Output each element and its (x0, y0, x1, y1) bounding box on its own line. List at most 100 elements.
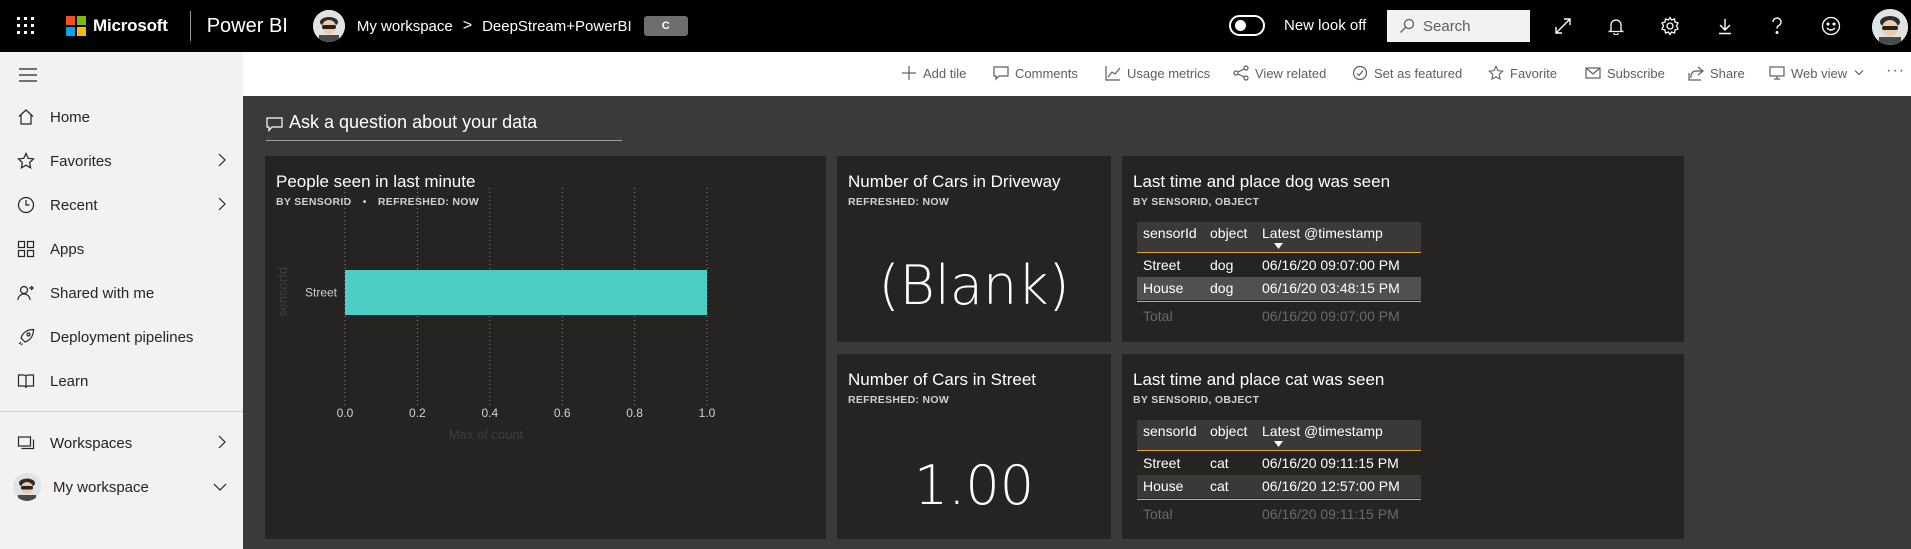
sidebar-item-learn[interactable]: Learn (0, 361, 243, 401)
cell-sensor: House (1143, 280, 1184, 296)
subscribe-button[interactable]: Subscribe (1585, 65, 1665, 81)
sidebar-item-label: Workspaces (50, 434, 133, 452)
microsoft-logo[interactable]: Microsoft (66, 16, 168, 36)
tile-subtitle: REFRESHED: NOW (848, 394, 950, 406)
help-icon[interactable] (1765, 14, 1789, 38)
sidebar-item-label: Shared with me (50, 284, 155, 302)
star-icon (17, 152, 35, 170)
tile-people-seen[interactable]: People seen in last minute BY SENSORID •… (265, 156, 826, 539)
sidebar-item-label: My workspace (53, 478, 149, 496)
table-header: sensorId object Latest @timestamp (1137, 420, 1421, 451)
tile-title: Last time and place cat was seen (1133, 370, 1385, 389)
view-related-button[interactable]: View related (1233, 65, 1326, 81)
sidebar-item-deployment-pipelines[interactable]: Deployment pipelines (0, 317, 243, 357)
workspaces-icon (17, 434, 35, 452)
qna-icon (266, 117, 283, 132)
card-value: 1.00 (913, 454, 1035, 517)
sidebar-item-favorites[interactable]: Favorites (0, 141, 243, 181)
column-header[interactable]: sensorId (1143, 225, 1197, 241)
sidebar-item-label: Learn (50, 372, 89, 390)
product-name[interactable]: Power BI (207, 15, 288, 38)
dashboard-action-bar: Add tile Comments Usage metrics View rel… (243, 52, 1911, 96)
search-box[interactable]: Search (1387, 10, 1530, 42)
breadcrumb-separator: > (462, 17, 473, 34)
share-button[interactable]: Share (1688, 65, 1745, 81)
more-options-button[interactable]: ··· (1886, 62, 1905, 80)
tile-cars-driveway[interactable]: Number of Cars in Driveway REFRESHED: NO… (837, 156, 1111, 342)
set-as-featured-button[interactable]: Set as featured (1352, 65, 1462, 81)
hamburger-icon[interactable] (19, 68, 37, 87)
star-icon (1488, 65, 1504, 81)
bar (345, 270, 707, 315)
sort-descending-icon (1274, 441, 1283, 447)
total-value: 06/16/20 09:07:00 PM (1262, 308, 1400, 324)
sensitivity-badge[interactable]: C (643, 16, 688, 36)
web-view-button[interactable]: Web view (1769, 65, 1870, 81)
cell-sensor: House (1143, 478, 1184, 494)
avatar (13, 473, 41, 501)
bell-icon[interactable] (1604, 14, 1628, 38)
sidebar-item-label: Deployment pipelines (50, 328, 194, 346)
gear-icon[interactable] (1658, 14, 1682, 38)
sidebar-item-workspaces[interactable]: Workspaces (0, 423, 243, 463)
plus-icon (902, 66, 916, 80)
bar-chart: 0.0 0.2 0.4 0.6 0.8 1.0 Street Max of count sens… (275, 188, 716, 442)
favorite-button[interactable]: Favorite (1488, 65, 1557, 81)
waffle-icon[interactable] (0, 0, 52, 52)
column-header[interactable]: object (1210, 423, 1247, 439)
column-header[interactable]: sensorId (1143, 423, 1197, 439)
search-icon (1400, 18, 1415, 33)
table-row: Street dog 06/16/20 09:07:00 PM (1137, 254, 1421, 277)
cell-timestamp: 06/16/20 09:07:00 PM (1262, 257, 1400, 273)
web-view-icon (1769, 66, 1785, 80)
table-row: House cat 06/16/20 12:57:00 PM (1137, 475, 1421, 498)
user-avatar[interactable] (1872, 9, 1908, 45)
column-header[interactable]: Latest @timestamp (1262, 225, 1383, 241)
new-look-toggle[interactable] (1229, 15, 1265, 36)
column-header[interactable]: Latest @timestamp (1262, 423, 1383, 439)
download-icon[interactable] (1713, 14, 1737, 38)
sidebar-item-home[interactable]: Home (0, 97, 243, 137)
related-icon (1233, 65, 1249, 81)
table-row: House dog 06/16/20 03:48:15 PM (1137, 277, 1421, 300)
sidebar-item-label: Favorites (50, 152, 112, 170)
breadcrumb-dashboard[interactable]: DeepStream+PowerBI (482, 18, 632, 35)
x-tick-label: 0.8 (626, 406, 643, 420)
apps-icon (17, 240, 35, 258)
y-axis-title: sensorId (275, 267, 290, 317)
table-header: sensorId object Latest @timestamp (1137, 222, 1421, 253)
column-header[interactable]: object (1210, 225, 1247, 241)
chevron-right-icon (218, 435, 226, 449)
expand-icon[interactable] (1551, 14, 1575, 38)
view-related-label: View related (1255, 65, 1327, 81)
sidebar-item-apps[interactable]: Apps (0, 229, 243, 269)
qna-input[interactable]: Ask a question about your data (266, 112, 622, 141)
web-view-label: Web view (1791, 65, 1848, 81)
cell-sensor: Street (1143, 455, 1181, 471)
tile-cat-seen[interactable]: Last time and place cat was seen BY SENS… (1122, 354, 1684, 539)
sidebar-item-recent[interactable]: Recent (0, 185, 243, 225)
cell-object: cat (1210, 478, 1229, 494)
tile-subtitle: REFRESHED: NOW (848, 196, 950, 208)
add-tile-button[interactable]: Add tile (901, 65, 966, 81)
chevron-down-icon (213, 483, 227, 491)
comments-button[interactable]: Comments (993, 65, 1078, 81)
share-label: Share (1710, 65, 1745, 81)
usage-icon (1105, 66, 1121, 81)
sidebar-item-label: Apps (50, 240, 85, 258)
usage-metrics-button[interactable]: Usage metrics (1105, 65, 1210, 81)
table-row: Street cat 06/16/20 09:11:15 PM (1137, 452, 1421, 475)
feedback-icon[interactable] (1819, 14, 1843, 38)
clock-icon (17, 196, 35, 214)
breadcrumb-workspace[interactable]: My workspace (357, 18, 453, 35)
dog-table-total: Total 06/16/20 09:07:00 PM (1137, 305, 1421, 335)
chevron-right-icon (218, 153, 226, 167)
cat-table: sensorId object Latest @timestamp Street… (1137, 420, 1421, 507)
favorite-label: Favorite (1510, 65, 1557, 81)
tile-cars-street[interactable]: Number of Cars in Street REFRESHED: NOW … (837, 354, 1111, 539)
sidebar-item-shared[interactable]: Shared with me (0, 273, 243, 313)
tile-dog-seen[interactable]: Last time and place dog was seen BY SENS… (1122, 156, 1684, 342)
cell-object: dog (1210, 280, 1234, 296)
x-tick-label: 0.4 (481, 406, 498, 420)
sidebar-item-my-workspace[interactable]: My workspace (0, 467, 243, 507)
